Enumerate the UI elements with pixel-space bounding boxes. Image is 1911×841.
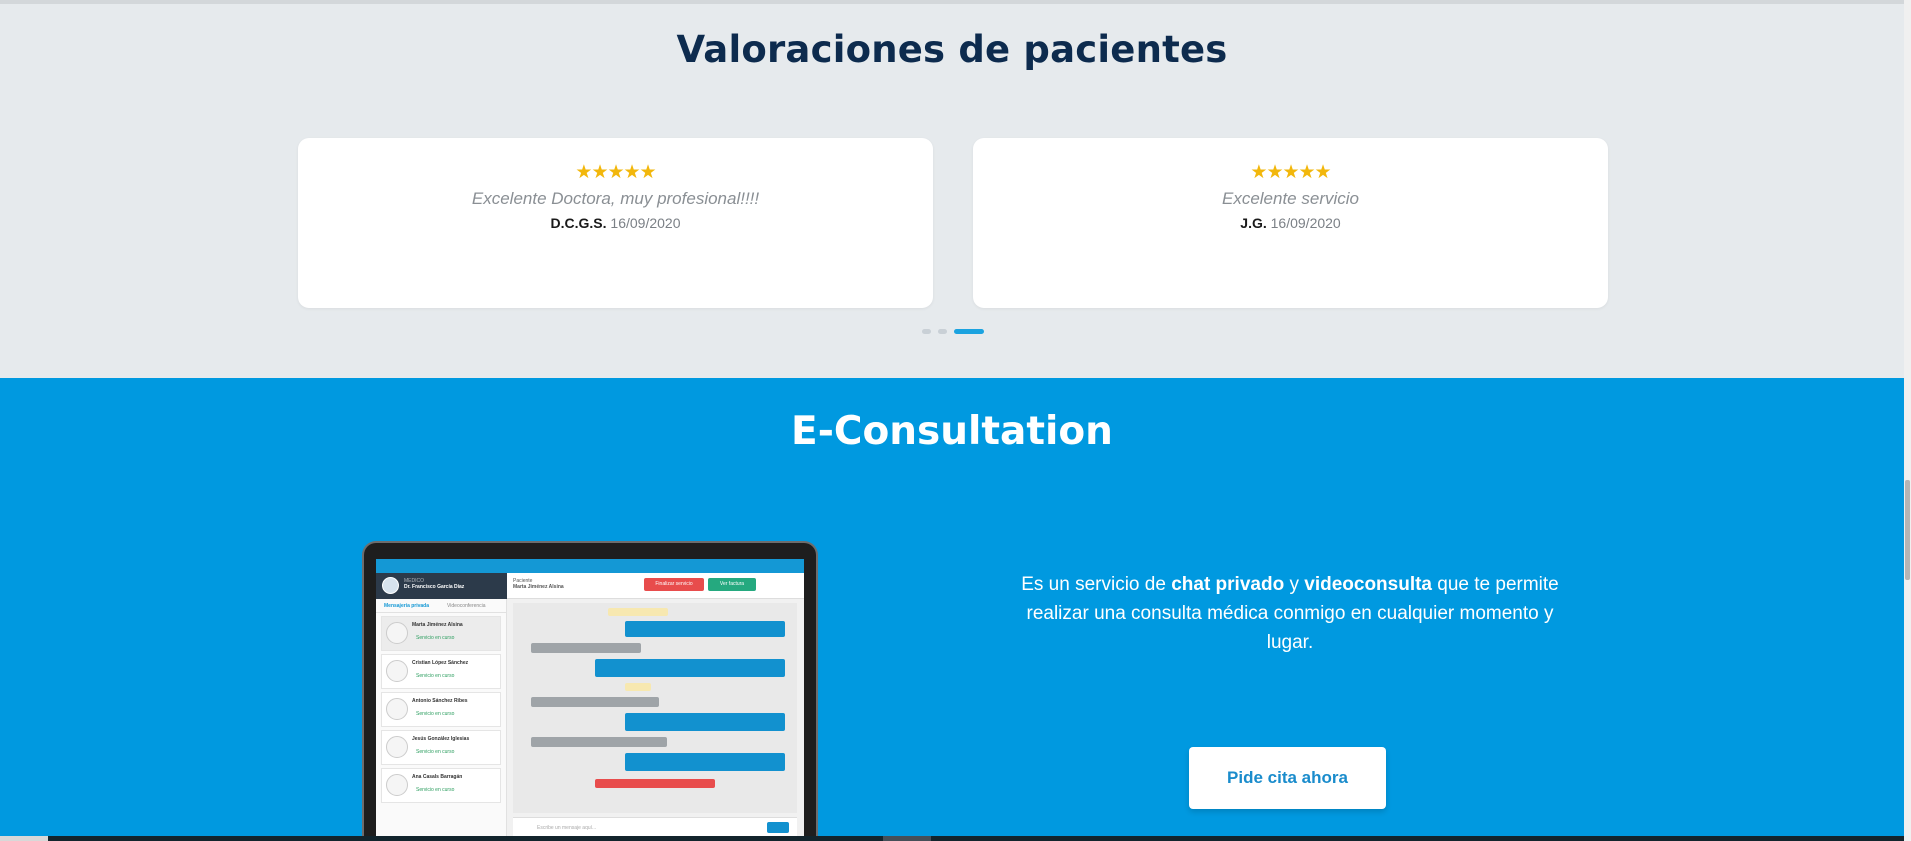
chat-system-message (625, 683, 651, 691)
contact-item: Cristian López Sánchez Servicio en curso (381, 654, 501, 689)
chat-message-outgoing (625, 753, 785, 771)
review-card: ★★★★★ Excelente Doctora, muy profesional… (298, 138, 933, 308)
contact-item: Jesús González Iglesias Servicio en curs… (381, 730, 501, 765)
description-chat-highlight: chat privado (1171, 574, 1285, 595)
chat-system-message (608, 608, 668, 616)
doctor-role: MEDICO (404, 578, 424, 584)
chat-message-outgoing (625, 621, 785, 637)
contact-name: Jesús González Iglesias (412, 736, 470, 742)
message-compose: Escribe un mensaje aquí... (513, 817, 797, 837)
contact-status: Servicio en curso (416, 749, 455, 755)
review-quote: Excelente Doctora, muy profesional!!!! (471, 189, 760, 208)
contact-item: Antonio Sánchez Ribes Servicio en curso (381, 692, 501, 727)
econsultation-description: Es un servicio de chat privado y videoco… (1020, 570, 1560, 657)
doctor-panel: MEDICO Dr. Francisco García Díaz (376, 573, 507, 599)
description-text: Es un servicio de (1021, 574, 1172, 595)
description-text: y (1284, 574, 1305, 595)
page-scrollbar[interactable] (1904, 0, 1911, 841)
taskbar-strip (0, 836, 1904, 841)
taskbar-item[interactable] (883, 836, 931, 841)
laptop-mockup-image: MEDICO Dr. Francisco García Díaz Pacient… (362, 541, 818, 841)
review-author: D.C.G.S. (550, 215, 611, 231)
chat-message-outgoing (595, 659, 785, 677)
doctor-name: Dr. Francisco García Díaz (404, 584, 465, 590)
carousel-dot-1[interactable] (922, 329, 931, 334)
contact-name: Antonio Sánchez Ribes (412, 698, 468, 704)
reviews-section: Valoraciones de pacientes ★★★★★ Excelent… (0, 0, 1904, 378)
patient-header: Paciente Marta Jiménez Alsina (513, 578, 564, 590)
econsultation-title: E-Consultation (791, 409, 1113, 454)
view-invoice-button: Ver factura (708, 578, 756, 591)
review-author: J.G. (1240, 215, 1271, 231)
review-date: 16/09/2020 (1270, 215, 1341, 231)
carousel-dot-2[interactable] (938, 329, 947, 334)
compose-placeholder: Escribe un mensaje aquí... (537, 825, 597, 831)
contact-name: Ana Casals Barragán (412, 774, 463, 780)
user-avatar-icon (386, 622, 408, 644)
review-date: 16/09/2020 (610, 215, 681, 231)
chat-area (513, 603, 797, 813)
contact-status: Servicio en curso (416, 787, 455, 793)
carousel-dot-3-active[interactable] (954, 329, 984, 334)
user-avatar-icon (386, 736, 408, 758)
review-meta: J.G. 16/09/2020 (973, 215, 1608, 231)
laptop-screen: MEDICO Dr. Francisco García Díaz Pacient… (376, 559, 804, 841)
contact-item: Marta Jiménez Alsina Servicio en curso (381, 616, 501, 651)
tab-private-chat: Mensajería privada (384, 603, 430, 609)
review-card: ★★★★★ Excelente servicio J.G. 16/09/2020 (973, 138, 1608, 308)
doctor-avatar (382, 577, 399, 594)
contacts-sidebar: Mensajería privada Videoconferencia Marta… (376, 599, 507, 841)
patient-name: Marta Jiménez Alsina (513, 584, 564, 590)
reviews-title: Valoraciones de pacientes (676, 28, 1228, 71)
tab-videoconference: Videoconferencia (447, 603, 486, 609)
scrollbar-thumb[interactable] (1905, 480, 1910, 580)
chat-message-incoming (531, 643, 641, 653)
contact-status: Servicio en curso (416, 711, 455, 717)
sidebar-tabs: Mensajería privada Videoconferencia (376, 599, 506, 613)
app-topbar (376, 559, 804, 573)
contact-name: Marta Jiménez Alsina (412, 622, 463, 628)
chat-ended-message (595, 779, 715, 788)
review-quote: Excelente servicio (1221, 189, 1359, 208)
chat-message-outgoing (625, 713, 785, 731)
contact-item: Ana Casals Barragán Servicio en curso (381, 768, 501, 803)
app-header: MEDICO Dr. Francisco García Díaz Pacient… (376, 573, 804, 599)
taskbar-item[interactable] (0, 836, 48, 841)
description-video-highlight: videoconsulta (1304, 574, 1432, 595)
contact-name: Cristian López Sánchez (412, 660, 469, 666)
contact-status: Servicio en curso (416, 635, 455, 641)
chat-message-incoming (531, 697, 659, 707)
contact-status: Servicio en curso (416, 673, 455, 679)
econsultation-section: E-Consultation Es un servicio de chat pr… (0, 378, 1904, 841)
star-rating-icon: ★★★★★ (575, 162, 656, 183)
user-avatar-icon (386, 774, 408, 796)
star-rating-icon: ★★★★★ (1250, 162, 1331, 183)
book-appointment-button[interactable]: Pide cita ahora (1189, 747, 1386, 809)
review-meta: D.C.G.S. 16/09/2020 (298, 215, 933, 231)
send-button (767, 822, 789, 833)
chat-message-incoming (531, 737, 667, 747)
user-avatar-icon (386, 660, 408, 682)
user-avatar-icon (386, 698, 408, 720)
finish-service-button: Finalizar servicio (644, 578, 704, 591)
